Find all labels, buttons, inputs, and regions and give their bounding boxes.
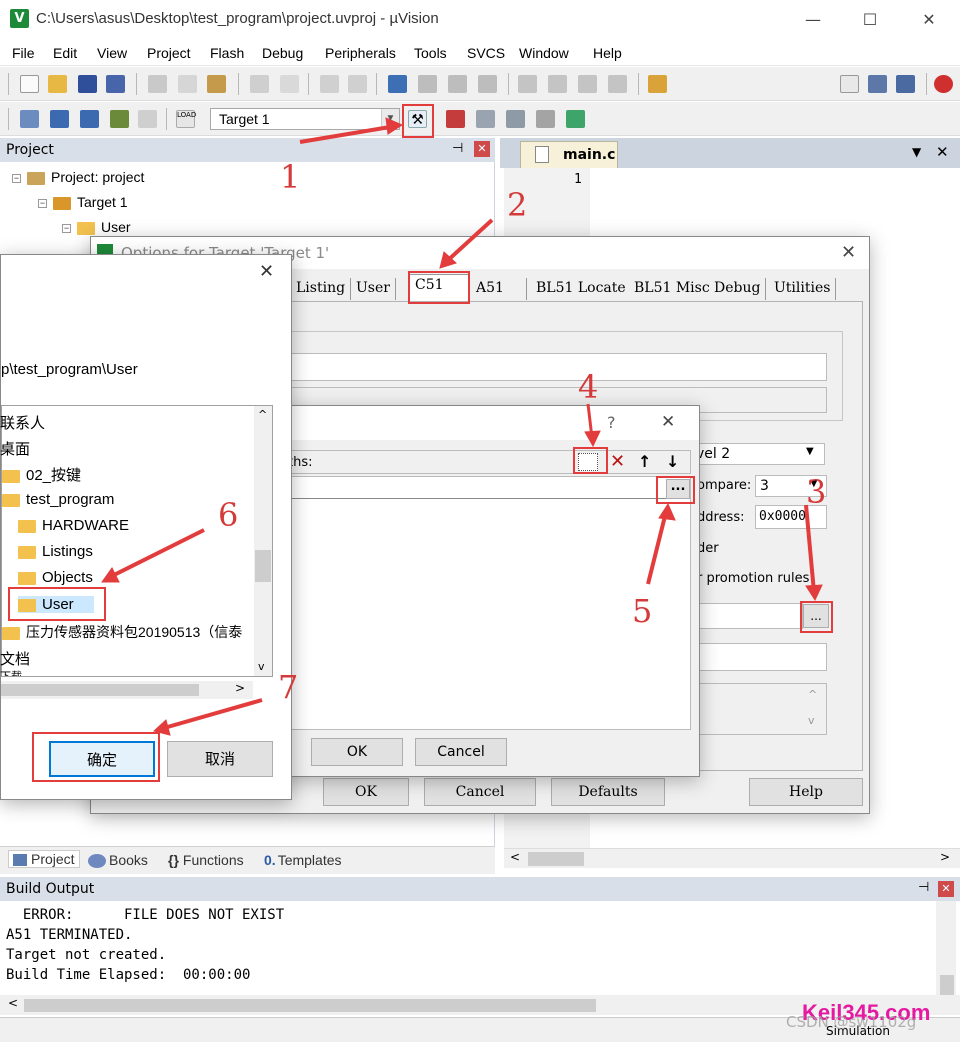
annotation-arrowhead-1 xyxy=(385,117,404,135)
annotation-arrowhead-5 xyxy=(658,502,676,521)
annotation-arrow-6 xyxy=(111,528,205,578)
annotation-arrows xyxy=(101,117,823,736)
highlight-confirm-button xyxy=(32,732,160,782)
annotation-arrowhead-3 xyxy=(805,584,823,602)
highlight-include-browse xyxy=(800,601,833,633)
annotation-number-1: 1 xyxy=(280,158,301,196)
annotation-number-3: 3 xyxy=(806,473,827,511)
annotation-number-2: 2 xyxy=(507,186,528,224)
annotation-arrow-5 xyxy=(646,511,668,585)
annotation-arrow-1 xyxy=(299,124,397,144)
highlight-path-browse xyxy=(656,476,695,504)
highlight-user-folder xyxy=(8,587,106,621)
annotation-arrow-3 xyxy=(804,504,816,593)
highlight-options-icon xyxy=(402,104,434,138)
annotation-number-4: 4 xyxy=(578,368,599,406)
highlight-new-folder xyxy=(573,447,608,474)
csdn-watermark: CSDN @sw1102g xyxy=(786,1013,917,1031)
highlight-c51-tab xyxy=(408,271,470,304)
annotation-arrowhead-4 xyxy=(584,430,601,448)
annotation-arrow-7 xyxy=(163,698,263,730)
annotation-number-6: 6 xyxy=(218,496,239,534)
annotation-arrow-2 xyxy=(444,218,494,264)
annotation-number-5: 5 xyxy=(632,592,653,630)
annotation-number-7: 7 xyxy=(278,668,299,706)
